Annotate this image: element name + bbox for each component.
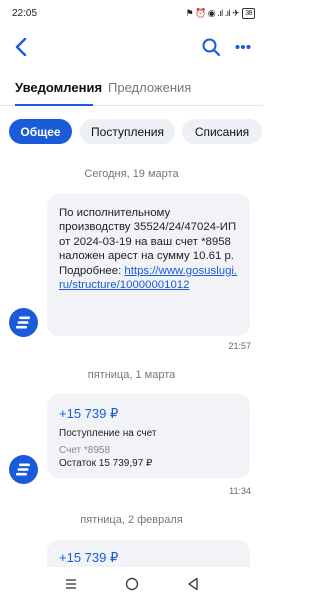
search-icon[interactable]	[201, 36, 221, 58]
income-title: Поступление на счет	[59, 428, 157, 439]
tabs: Уведомления Предложения	[0, 76, 263, 106]
battery-icon: 38	[242, 7, 255, 19]
message-time: 11:34	[229, 486, 251, 496]
date-separator: пятница, 1 марта	[87, 369, 176, 381]
back-triangle-icon[interactable]	[181, 572, 205, 596]
tab-notifications[interactable]: Уведомления	[15, 80, 102, 95]
back-arrow-icon[interactable]	[12, 36, 30, 58]
message-time: 21:57	[228, 341, 251, 351]
bank-avatar-icon	[9, 455, 38, 484]
active-tab-indicator	[15, 104, 93, 106]
home-icon[interactable]	[120, 572, 144, 596]
system-nav-bar	[0, 567, 263, 600]
message-text: По исполнительному производству 35524/24…	[59, 206, 240, 292]
message-bubble-income[interactable]: +15 739 ₽ Поступление на счет Счет *8958…	[47, 394, 250, 478]
filter-chips: Общее Поступления Списания	[0, 119, 263, 145]
income-balance: Остаток 15 739,97 ₽	[59, 458, 153, 469]
chip-general[interactable]: Общее	[9, 119, 72, 144]
date-separator: Сегодня, 19 марта	[84, 168, 179, 180]
income-amount: +15 739 ₽	[59, 406, 119, 421]
status-time: 22:05	[12, 7, 38, 19]
message-bubble-arrest[interactable]: По исполнительному производству 35524/24…	[47, 194, 250, 336]
status-icons: ⚑ ⏰ ◉ .ıl .ıl ✈ 38	[185, 7, 255, 19]
income-account: Счет *8958	[59, 445, 111, 456]
status-bar: 22:05 ⚑ ⏰ ◉ .ıl .ıl ✈ 38	[0, 0, 263, 26]
app-bar	[0, 28, 263, 66]
chip-incoming[interactable]: Поступления	[80, 119, 175, 144]
menu-icon[interactable]	[59, 572, 83, 596]
date-separator: пятница, 2 февраля	[80, 514, 183, 526]
income-amount: +15 739 ₽	[59, 550, 119, 565]
tab-offers[interactable]: Предложения	[108, 80, 191, 95]
chip-outgoing[interactable]: Списания	[182, 119, 262, 144]
status-icons-text: ⚑ ⏰ ◉ .ıl .ıl ✈	[185, 7, 240, 18]
bank-avatar-icon	[9, 308, 38, 337]
more-dots-icon[interactable]	[233, 36, 253, 58]
